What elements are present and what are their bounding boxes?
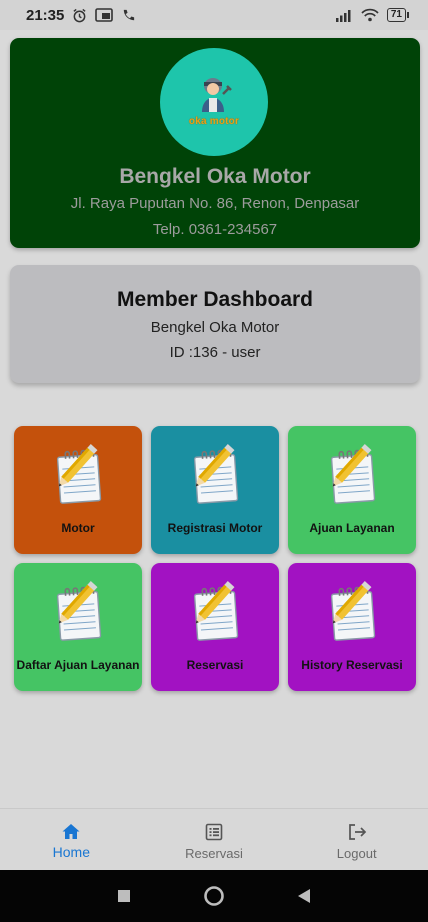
circle-icon <box>204 886 224 906</box>
menu-tile-label: History Reservasi <box>301 658 403 672</box>
menu-tile-label: Daftar Ajuan Layanan <box>16 658 140 672</box>
wifi-icon <box>361 8 379 22</box>
mechanic-icon <box>202 77 232 112</box>
nav-home-label: Home <box>52 844 91 860</box>
dashboard-title: Member Dashboard <box>116 288 314 311</box>
notepad-pencil-icon <box>193 444 239 504</box>
notepad-pencil-icon <box>330 444 376 504</box>
nav-reservasi-label: Reservasi <box>185 846 243 861</box>
dashboard-shop-name: Bengkel Oka Motor <box>150 319 280 336</box>
shop-name: Bengkel Oka Motor <box>119 165 311 188</box>
logout-icon <box>348 824 366 840</box>
notepad-pencil-icon <box>193 581 239 641</box>
status-bar: 21:35 71 <box>0 0 428 30</box>
signal-icon <box>335 9 351 22</box>
status-right: 71 <box>335 8 410 22</box>
menu-tile-label: Registrasi Motor <box>167 521 263 535</box>
back-button[interactable] <box>259 888 349 904</box>
header-card: oka motor Bengkel Oka Motor Jl. Raya Pup… <box>10 38 420 248</box>
list-icon <box>205 823 223 841</box>
status-left: 21:35 <box>26 7 136 24</box>
logo: oka motor <box>160 48 268 156</box>
notepad-pencil-icon <box>330 581 376 641</box>
battery-icon: 71 <box>386 8 410 22</box>
menu-tile-label: Motor <box>61 521 95 535</box>
home-icon <box>62 824 80 839</box>
menu-tile-registrasi-motor[interactable]: Registrasi Motor <box>151 426 279 554</box>
system-nav-bar <box>0 870 428 922</box>
notepad-pencil-icon <box>56 581 102 641</box>
logo-text: oka motor <box>188 115 240 127</box>
nav-reservasi[interactable]: Reservasi <box>143 809 286 870</box>
call-icon <box>124 9 135 20</box>
status-time: 21:35 <box>26 6 65 24</box>
menu-tile-history-reservasi[interactable]: History Reservasi <box>288 563 416 691</box>
menu-tile-daftar-ajuan-layanan[interactable]: Daftar Ajuan Layanan <box>14 563 142 691</box>
square-icon <box>118 890 130 902</box>
home-system-button[interactable] <box>169 885 259 907</box>
menu-tile-label: Reservasi <box>186 658 244 672</box>
menu-tile-ajuan-layanan[interactable]: Ajuan Layanan <box>288 426 416 554</box>
nav-home[interactable]: Home <box>0 809 143 870</box>
menu-grid: Motor Registrasi Motor Ajuan Layanan Daf… <box>14 426 416 691</box>
nav-logout-label: Logout <box>336 846 377 861</box>
menu-tile-reservasi[interactable]: Reservasi <box>151 563 279 691</box>
triangle-back-icon <box>298 889 310 903</box>
cast-icon <box>95 8 114 22</box>
shop-address: Jl. Raya Puputan No. 86, Renon, Denpasar <box>70 195 360 212</box>
notepad-pencil-icon <box>56 444 102 504</box>
recents-button[interactable] <box>79 889 169 903</box>
menu-tile-label: Ajuan Layanan <box>309 521 395 535</box>
bottom-nav: Home Reservasi Logout <box>0 808 428 870</box>
menu-tile-motor[interactable]: Motor <box>14 426 142 554</box>
shop-phone: Telp. 0361-234567 <box>152 221 278 238</box>
member-dashboard-card: Member Dashboard Bengkel Oka Motor ID :1… <box>10 265 420 383</box>
alarm-icon <box>73 8 86 22</box>
dashboard-user-id: ID :136 - user <box>169 344 261 361</box>
nav-logout[interactable]: Logout <box>285 809 428 870</box>
